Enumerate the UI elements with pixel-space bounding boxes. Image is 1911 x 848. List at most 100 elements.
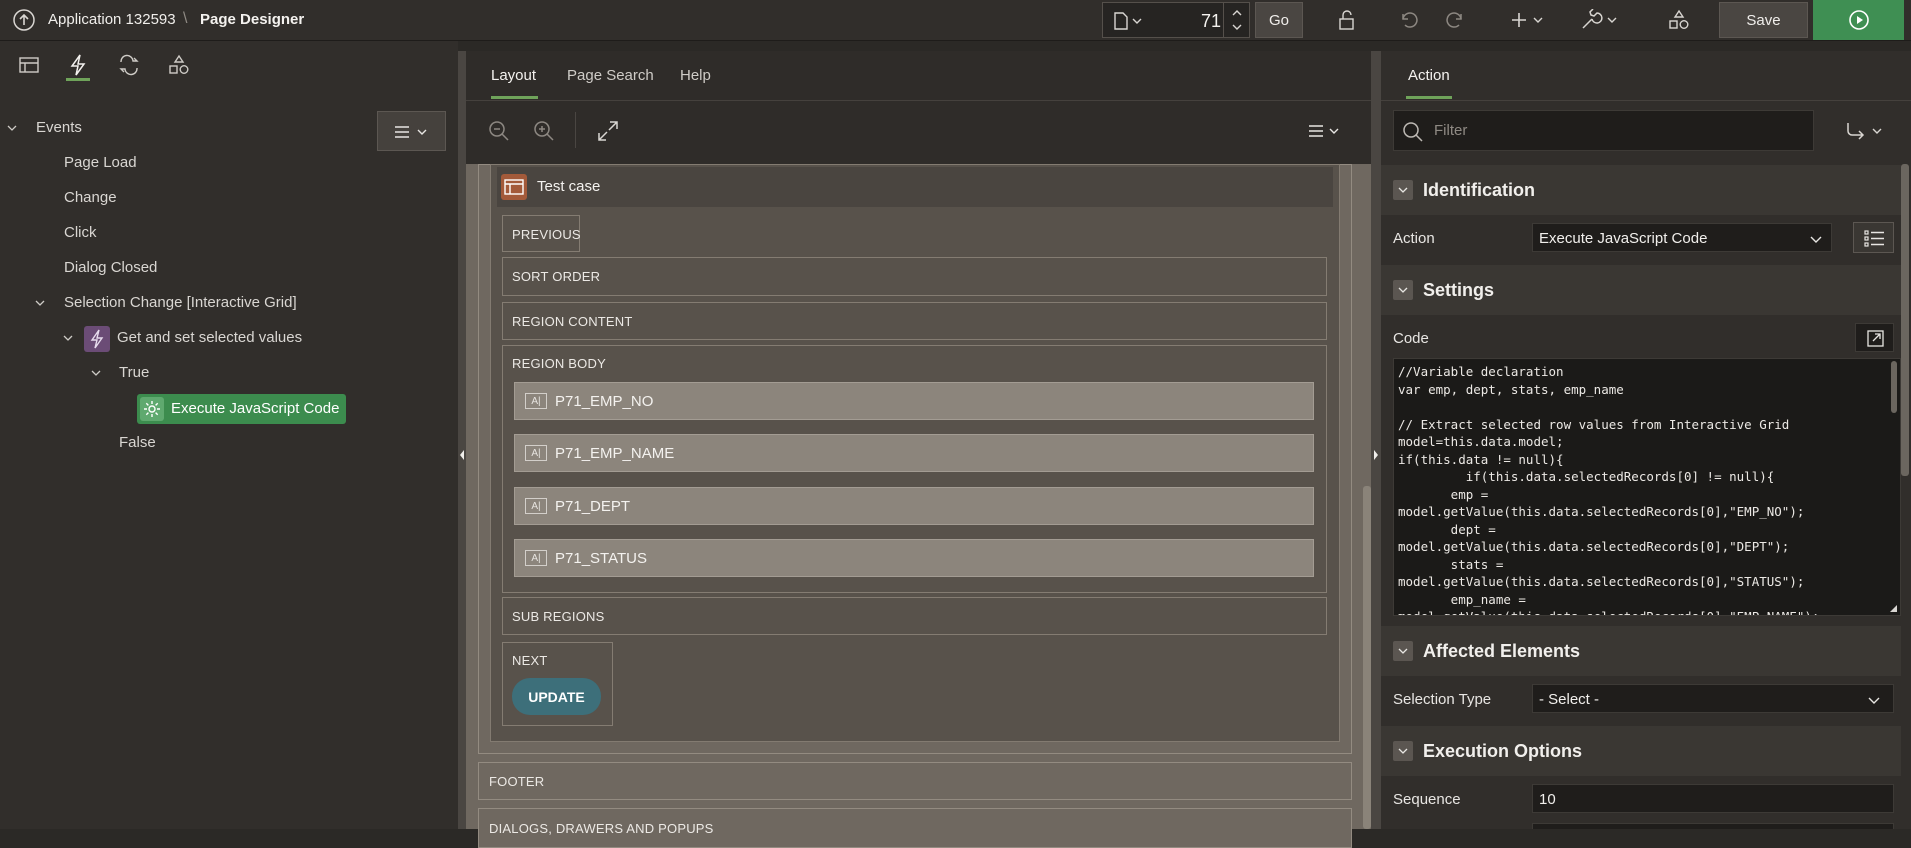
slot-label: REGION BODY xyxy=(512,356,606,371)
code-line: var emp, dept, stats, emp_name xyxy=(1398,381,1624,397)
divider xyxy=(1381,100,1911,101)
active-tab-indicator xyxy=(491,96,538,99)
slot-sub-regions[interactable]: SUB REGIONS xyxy=(502,597,1327,635)
tree-item-click[interactable]: Click xyxy=(64,224,97,241)
tab-help[interactable]: Help xyxy=(680,67,711,84)
section-title: Affected Elements xyxy=(1423,640,1581,661)
rendering-tab-icon[interactable] xyxy=(18,55,40,75)
action-list-button[interactable] xyxy=(1853,222,1894,253)
slot-region-content[interactable]: REGION CONTENT xyxy=(502,302,1327,340)
slot-footer[interactable]: FOOTER xyxy=(478,762,1352,800)
page-item-status[interactable]: A| P71_STATUS xyxy=(514,539,1314,577)
chevron-down-icon[interactable] xyxy=(6,122,18,134)
item-label: P71_DEPT xyxy=(555,497,631,515)
tab-page-search[interactable]: Page Search xyxy=(567,67,654,84)
slot-label: REGION CONTENT xyxy=(512,314,633,329)
chevron-down-icon[interactable] xyxy=(62,332,74,344)
action-select[interactable]: Execute JavaScript Code xyxy=(1532,223,1832,252)
slot-sort-order[interactable]: SORT ORDER xyxy=(502,257,1327,296)
code-line: emp_name = xyxy=(1398,591,1526,607)
region-type-icon xyxy=(501,174,527,200)
slot-label: SUB REGIONS xyxy=(512,609,605,624)
section-settings[interactable]: Settings xyxy=(1381,265,1901,315)
right-splitter[interactable] xyxy=(1371,51,1381,829)
properties-scrollbar[interactable] xyxy=(1901,164,1909,476)
tab-action[interactable]: Action xyxy=(1408,67,1450,84)
create-menu-icon[interactable] xyxy=(1508,0,1552,40)
page-designer-title: Page Designer xyxy=(200,11,305,28)
page-number-input[interactable]: 71 xyxy=(1201,11,1221,32)
tree-item-true[interactable]: True xyxy=(119,364,149,381)
chevron-down-icon[interactable] xyxy=(90,367,102,379)
section-affected-elements[interactable]: Affected Elements xyxy=(1381,626,1901,676)
processing-tab-icon[interactable] xyxy=(117,54,141,76)
section-execution-options[interactable]: Execution Options xyxy=(1381,726,1901,776)
tree-menu-button[interactable] xyxy=(377,111,446,151)
slot-label: FOOTER xyxy=(489,774,545,789)
slot-label: SORT ORDER xyxy=(512,269,601,284)
zoom-out-icon[interactable] xyxy=(487,119,511,143)
collapse-left-icon xyxy=(460,450,464,460)
page-item-emp-name[interactable]: A| P71_EMP_NAME xyxy=(514,434,1314,472)
tree-item-get-and-set-selected-values[interactable]: Get and set selected values xyxy=(117,329,302,346)
menu-icon xyxy=(395,126,427,138)
zoom-in-icon[interactable] xyxy=(532,119,556,143)
top-header: Application 132593 \ Page Designer 71 Go… xyxy=(0,0,1911,41)
lock-icon[interactable] xyxy=(1330,0,1364,40)
slot-dialogs-drawers-popups[interactable]: DIALOGS, DRAWERS AND POPUPS xyxy=(478,808,1352,848)
tree-item-page-load[interactable]: Page Load xyxy=(64,154,137,171)
filter-input[interactable]: Filter xyxy=(1393,110,1814,151)
save-button[interactable]: Save xyxy=(1719,2,1808,38)
code-editor[interactable]: //Variable declaration var emp, dept, sta… xyxy=(1393,358,1901,616)
expand-icon[interactable] xyxy=(596,119,620,143)
sequence-input[interactable]: 10 xyxy=(1532,784,1894,813)
tree-item-false[interactable]: False xyxy=(119,434,156,451)
dynamic-actions-tab-icon[interactable] xyxy=(68,54,88,76)
code-scrollbar[interactable] xyxy=(1891,361,1897,413)
up-arrow-icon[interactable] xyxy=(10,0,38,40)
text-field-icon: A| xyxy=(525,550,547,566)
update-button[interactable]: UPDATE xyxy=(512,678,601,715)
active-tab-indicator xyxy=(66,78,90,81)
application-title[interactable]: Application 132593 xyxy=(48,11,176,28)
code-line: // Extract selected row values from Inte… xyxy=(1398,416,1790,432)
layout-menu-icon[interactable] xyxy=(1305,119,1345,143)
left-splitter[interactable] xyxy=(458,51,466,829)
resize-handle-icon xyxy=(1890,605,1897,612)
page-item-dept[interactable]: A| P71_DEPT xyxy=(514,487,1314,525)
page-icon[interactable] xyxy=(1113,12,1143,30)
go-to-group-icon[interactable] xyxy=(1843,119,1887,143)
undo-icon[interactable] xyxy=(1392,0,1426,40)
tab-layout[interactable]: Layout xyxy=(491,67,536,84)
shared-components-tab-icon[interactable] xyxy=(168,54,190,76)
chevron-down-icon xyxy=(1393,741,1413,761)
run-page-button[interactable] xyxy=(1813,0,1904,40)
chevron-down-icon xyxy=(1810,236,1822,243)
page-item-emp-no[interactable]: A| P71_EMP_NO xyxy=(514,382,1314,420)
code-line: //Variable declaration xyxy=(1398,364,1564,379)
slot-previous[interactable]: PREVIOUS xyxy=(502,215,581,252)
selection-type-label: Selection Type xyxy=(1393,691,1492,708)
go-button[interactable]: Go xyxy=(1255,2,1303,38)
page-number-stepper[interactable] xyxy=(1223,3,1249,37)
action-select-value: Execute JavaScript Code xyxy=(1539,230,1708,247)
utilities-wrench-icon[interactable] xyxy=(1578,0,1626,40)
section-title: Identification xyxy=(1423,179,1535,200)
selection-type-select[interactable]: - Select - xyxy=(1532,684,1894,713)
tree-item-change[interactable]: Change xyxy=(64,189,117,206)
shared-components-icon[interactable] xyxy=(1662,0,1696,40)
action-label: Action xyxy=(1393,230,1435,247)
item-label: P71_EMP_NO xyxy=(555,392,654,410)
section-identification[interactable]: Identification xyxy=(1381,165,1901,215)
play-icon xyxy=(1848,10,1869,30)
tree-events[interactable]: Events xyxy=(36,119,82,136)
canvas-scrollbar[interactable] xyxy=(1363,486,1371,829)
tree-item-dialog-closed[interactable]: Dialog Closed xyxy=(64,259,157,276)
item-label: P71_EMP_NAME xyxy=(555,444,675,462)
tree-item-execute-javascript-code[interactable]: Execute JavaScript Code xyxy=(137,394,346,424)
redo-icon[interactable] xyxy=(1438,0,1472,40)
tree-item-selection-change[interactable]: Selection Change [Interactive Grid] xyxy=(64,294,297,311)
code-editor-expand-button[interactable] xyxy=(1855,323,1894,352)
chevron-down-icon[interactable] xyxy=(34,297,46,309)
next-property-field[interactable] xyxy=(1532,823,1894,829)
